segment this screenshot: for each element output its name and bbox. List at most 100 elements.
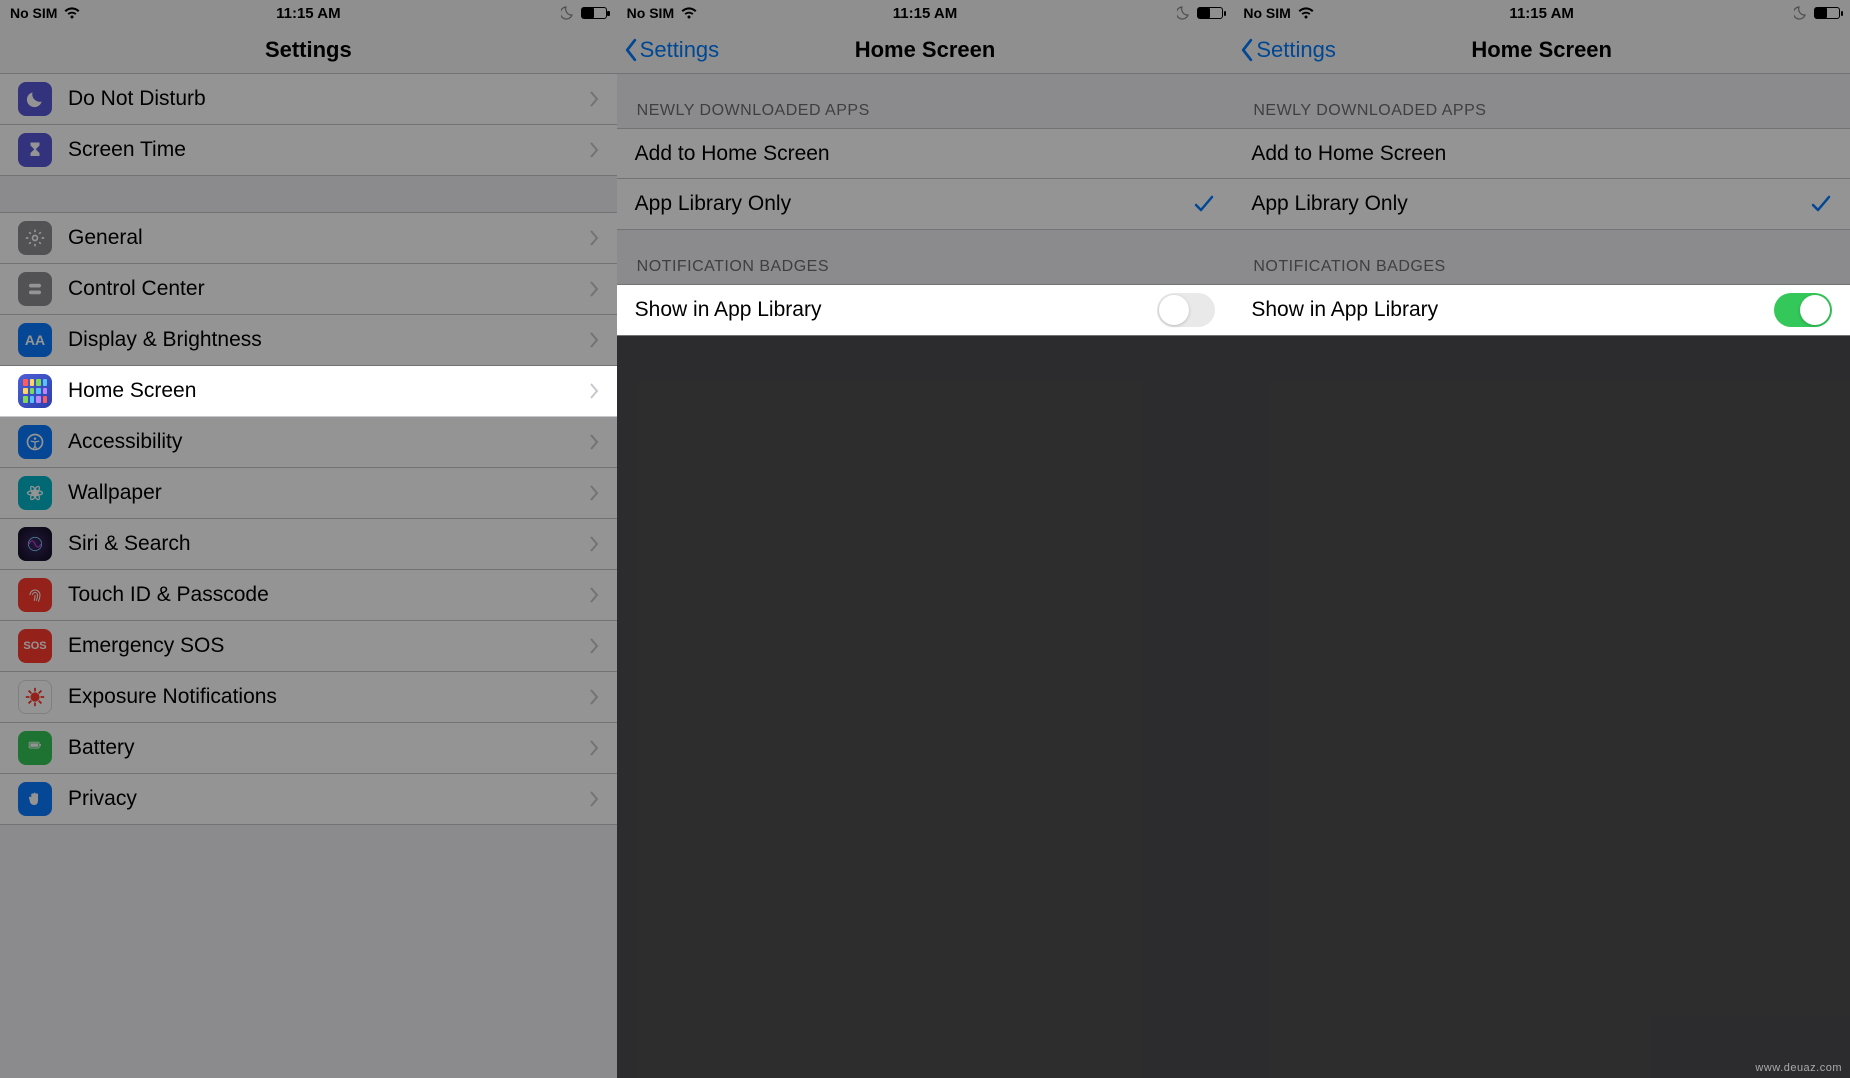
status-bar: No SIM 11:15 AM bbox=[0, 0, 617, 26]
settings-content[interactable]: Do Not Disturb Screen Time bbox=[0, 74, 617, 1078]
status-bar: No SIM 11:15 AM bbox=[617, 0, 1234, 26]
battery-app-icon bbox=[18, 731, 52, 765]
row-label: Screen Time bbox=[68, 138, 573, 162]
wifi-icon bbox=[1297, 6, 1315, 20]
clock: 11:15 AM bbox=[893, 5, 957, 22]
row-label: Exposure Notifications bbox=[68, 685, 573, 709]
chevron-right-icon bbox=[589, 332, 599, 348]
carrier-label: No SIM bbox=[10, 5, 57, 21]
row-siri-search[interactable]: Siri & Search bbox=[0, 519, 617, 570]
row-battery[interactable]: Battery bbox=[0, 723, 617, 774]
battery-icon bbox=[1197, 7, 1223, 19]
row-label: Emergency SOS bbox=[68, 634, 573, 658]
back-label: Settings bbox=[640, 37, 720, 63]
gear-app-icon bbox=[18, 221, 52, 255]
row-wallpaper[interactable]: Wallpaper bbox=[0, 468, 617, 519]
moon-app-icon bbox=[18, 82, 52, 116]
toggle-show-in-app-library[interactable] bbox=[1157, 293, 1215, 327]
chevron-right-icon bbox=[589, 230, 599, 246]
option-label: Add to Home Screen bbox=[1251, 142, 1832, 166]
row-label: Wallpaper bbox=[68, 481, 573, 505]
carrier-label: No SIM bbox=[627, 5, 674, 21]
chevron-right-icon bbox=[589, 142, 599, 158]
nav-bar: Settings bbox=[0, 26, 617, 74]
chevron-right-icon bbox=[589, 536, 599, 552]
chevron-right-icon bbox=[589, 740, 599, 756]
hand-app-icon bbox=[18, 782, 52, 816]
back-button[interactable]: Settings bbox=[623, 37, 720, 63]
row-general[interactable]: General bbox=[0, 213, 617, 264]
option-label: App Library Only bbox=[1251, 192, 1794, 216]
back-button[interactable]: Settings bbox=[1239, 37, 1336, 63]
aa-app-icon: AA bbox=[18, 323, 52, 357]
screen-home-screen-toggle-off: No SIM 11:15 AM Settings Home Screen NEW… bbox=[617, 0, 1234, 1078]
back-label: Settings bbox=[1256, 37, 1336, 63]
row-display-brightness[interactable]: AA Display & Brightness bbox=[0, 315, 617, 366]
nav-title: Settings bbox=[265, 37, 352, 63]
toggle-label: Show in App Library bbox=[635, 298, 1142, 322]
option-add-to-home-screen[interactable]: Add to Home Screen bbox=[1233, 129, 1850, 179]
checkmark-icon bbox=[1193, 193, 1215, 215]
flower-app-icon bbox=[18, 476, 52, 510]
chevron-right-icon bbox=[589, 485, 599, 501]
chevron-right-icon bbox=[589, 689, 599, 705]
option-app-library-only[interactable]: App Library Only bbox=[617, 179, 1234, 229]
row-show-in-app-library[interactable]: Show in App Library bbox=[617, 285, 1234, 335]
home-screen-content[interactable]: NEWLY DOWNLOADED APPS Add to Home Screen… bbox=[1233, 74, 1850, 1078]
row-label: Accessibility bbox=[68, 430, 573, 454]
chevron-right-icon bbox=[589, 791, 599, 807]
row-label: Touch ID & Passcode bbox=[68, 583, 573, 607]
chevron-right-icon bbox=[589, 91, 599, 107]
sos-app-icon: SOS bbox=[18, 629, 52, 663]
fingerprint-app-icon bbox=[18, 578, 52, 612]
option-app-library-only[interactable]: App Library Only bbox=[1233, 179, 1850, 229]
row-touchid-passcode[interactable]: Touch ID & Passcode bbox=[0, 570, 617, 621]
nav-title: Home Screen bbox=[855, 37, 996, 63]
hourglass-app-icon bbox=[18, 133, 52, 167]
row-label: Siri & Search bbox=[68, 532, 573, 556]
row-exposure-notifications[interactable]: Exposure Notifications bbox=[0, 672, 617, 723]
empty-area bbox=[617, 336, 1234, 1078]
battery-icon bbox=[1814, 7, 1840, 19]
screen-settings-list: No SIM 11:15 AM Settings Do Not Disturb bbox=[0, 0, 617, 1078]
section-header-notification-badges: NOTIFICATION BADGES bbox=[1233, 230, 1850, 284]
chevron-right-icon bbox=[589, 638, 599, 654]
moon-icon bbox=[1177, 6, 1191, 20]
option-add-to-home-screen[interactable]: Add to Home Screen bbox=[617, 129, 1234, 179]
toggle-label: Show in App Library bbox=[1251, 298, 1758, 322]
row-do-not-disturb[interactable]: Do Not Disturb bbox=[0, 74, 617, 125]
section-header-newly-downloaded: NEWLY DOWNLOADED APPS bbox=[1233, 74, 1850, 128]
accessibility-app-icon bbox=[18, 425, 52, 459]
chevron-right-icon bbox=[589, 434, 599, 450]
clock: 11:15 AM bbox=[276, 5, 340, 22]
nav-bar: Settings Home Screen bbox=[1233, 26, 1850, 74]
row-accessibility[interactable]: Accessibility bbox=[0, 417, 617, 468]
row-control-center[interactable]: Control Center bbox=[0, 264, 617, 315]
chevron-right-icon bbox=[589, 281, 599, 297]
row-emergency-sos[interactable]: SOS Emergency SOS bbox=[0, 621, 617, 672]
row-privacy[interactable]: Privacy bbox=[0, 774, 617, 824]
row-show-in-app-library[interactable]: Show in App Library bbox=[1233, 285, 1850, 335]
siri-app-icon bbox=[18, 527, 52, 561]
row-label: Do Not Disturb bbox=[68, 87, 573, 111]
status-bar: No SIM 11:15 AM bbox=[1233, 0, 1850, 26]
virus-app-icon bbox=[18, 680, 52, 714]
watermark: www.deuaz.com bbox=[1755, 1062, 1842, 1074]
row-home-screen[interactable]: Home Screen bbox=[0, 366, 617, 417]
wifi-icon bbox=[63, 6, 81, 20]
grid-app-icon bbox=[18, 374, 52, 408]
row-label: Privacy bbox=[68, 787, 573, 811]
row-label: Display & Brightness bbox=[68, 328, 573, 352]
row-label: General bbox=[68, 226, 573, 250]
checkmark-icon bbox=[1810, 193, 1832, 215]
row-screen-time[interactable]: Screen Time bbox=[0, 125, 617, 175]
moon-icon bbox=[1794, 6, 1808, 20]
row-label: Control Center bbox=[68, 277, 573, 301]
home-screen-content[interactable]: NEWLY DOWNLOADED APPS Add to Home Screen… bbox=[617, 74, 1234, 1078]
nav-bar: Settings Home Screen bbox=[617, 26, 1234, 74]
wifi-icon bbox=[680, 6, 698, 20]
toggle-show-in-app-library[interactable] bbox=[1774, 293, 1832, 327]
chevron-right-icon bbox=[589, 383, 599, 399]
option-label: App Library Only bbox=[635, 192, 1178, 216]
empty-area bbox=[1233, 336, 1850, 1078]
